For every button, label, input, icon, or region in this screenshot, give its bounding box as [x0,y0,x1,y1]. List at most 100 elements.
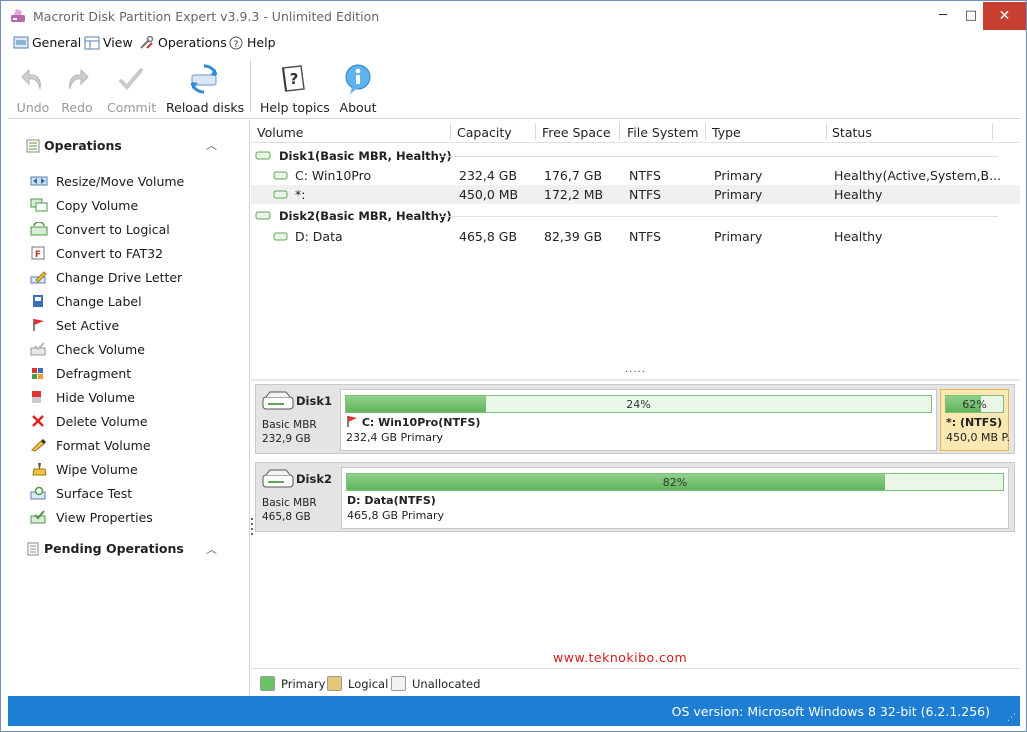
resize-grip-icon[interactable]: ⋰ [1007,713,1016,723]
menu-general[interactable]: General [13,35,81,50]
table-row[interactable]: D: Data 465,8 GB 82,39 GB NTFS Primary H… [251,227,1020,246]
op-convert-logical[interactable]: Convert to Logical [30,217,184,241]
undo-label: Undo [16,100,50,115]
cell-free-space: 172,2 MB [544,187,604,202]
convert-logical-icon [30,221,48,237]
operations-section-header[interactable]: Operations [26,138,122,153]
cell-volume: *: [295,187,306,202]
legend-logical-label: Logical [348,676,389,691]
op-label: Delete Volume [56,413,148,429]
col-type[interactable]: Type [712,125,741,140]
menu-view[interactable]: View [84,35,133,50]
about-button[interactable]: About [338,62,378,115]
op-change-label[interactable]: Change Label [30,289,184,313]
op-resize-move[interactable]: Resize/Move Volume [30,169,184,193]
partition-name: D: Data(NTFS) [347,494,436,507]
redo-button[interactable]: Redo [60,62,94,115]
op-copy-volume[interactable]: Copy Volume [30,193,184,217]
panel-splitter-handle[interactable] [251,518,254,538]
disk2-group-row[interactable]: Disk2(Basic MBR, Healthy) [251,206,1020,226]
col-capacity[interactable]: Capacity [457,125,512,140]
table-row[interactable]: C: Win10Pro 232,4 GB 176,7 GB NTFS Prima… [251,166,1020,185]
reload-label: Reload disks [166,100,245,115]
op-label: Convert to Logical [56,221,170,237]
toolbar-separator [250,60,251,112]
op-change-drive-letter[interactable]: Change Drive Letter [30,265,184,289]
title-bar[interactable]: Macrorit Disk Partition Expert v3.9.3 - … [0,0,1027,31]
disk2-map[interactable]: Disk2 Basic MBR 465,8 GB 82% D: Data(NTF… [255,462,1015,532]
legend-unallocated-swatch [391,676,406,691]
cell-volume: D: Data [295,229,343,244]
operations-section-icon [26,139,40,152]
op-label: Copy Volume [56,197,139,213]
reload-icon [190,64,218,94]
op-delete-volume[interactable]: Delete Volume [30,409,184,433]
menu-general-label: General [32,35,82,50]
disk1-size: 232,9 GB [262,433,311,445]
op-wipe-volume[interactable]: Wipe Volume [30,457,184,481]
cell-file-system: NTFS [629,229,661,244]
op-label: Wipe Volume [56,461,138,477]
disk1-group-label: Disk1(Basic MBR, Healthy) [279,149,452,163]
app-logo-icon [10,8,26,24]
op-defragment[interactable]: Defragment [30,361,184,385]
table-row[interactable]: *: 450,0 MB 172,2 MB NTFS Primary Health… [251,185,1020,204]
menu-help[interactable]: ? Help [228,35,276,50]
op-surface-test[interactable]: Surface Test [30,481,184,505]
hide-icon [30,389,48,405]
reload-disks-button[interactable]: Reload disks [166,62,245,115]
col-free-space[interactable]: Free Space [542,125,611,140]
table-splitter[interactable] [251,379,1020,381]
disk2-size: 465,8 GB [262,511,311,523]
op-hide-volume[interactable]: Hide Volume [30,385,184,409]
collapse-pending-chevron-icon[interactable]: ︿ [206,541,217,557]
window-border-left [0,31,8,732]
menu-view-label: View [103,35,133,50]
cell-volume: C: Win10Pro [295,168,372,183]
op-check-volume[interactable]: Check Volume [30,337,184,361]
op-label: Resize/Move Volume [56,173,185,189]
op-set-active[interactable]: Set Active [30,313,184,337]
volume-table: Volume Capacity Free Space File System T… [251,121,1020,379]
menu-operations[interactable]: Operations [139,35,227,50]
cell-capacity: 450,0 MB [459,187,519,202]
undo-button[interactable]: Undo [16,62,50,115]
partition-d[interactable]: 82% D: Data(NTFS) 465,8 GB Primary [341,467,1009,529]
op-label: Format Volume [56,437,151,453]
redo-label: Redo [61,100,93,115]
format-icon [30,437,48,453]
close-button[interactable]: ✕ [983,2,1026,30]
partition-c[interactable]: 24% C: Win10Pro(NTFS) 232,4 GB Primary [340,389,937,451]
disk1-info: Disk1 Basic MBR 232,9 GB [262,391,340,445]
legend-primary: Primary [260,676,325,691]
disk1-name: Disk1 [296,394,332,408]
op-label: Set Active [56,317,120,333]
col-volume[interactable]: Volume [257,125,304,140]
usage-percent: 24% [626,398,651,411]
partition-star-selected[interactable]: 62% *: (NTFS) 450,0 MB P. [940,389,1010,451]
op-label: Defragment [56,365,132,381]
collapse-operations-chevron-icon[interactable]: ︿ [206,137,217,153]
pending-section-header[interactable]: Pending Operations [26,541,184,556]
cell-status: Healthy(Active,System,B... [834,168,1002,183]
disk1-map[interactable]: Disk1 Basic MBR 232,9 GB 24% C: Win10Pro… [255,384,1015,454]
op-format-volume[interactable]: Format Volume [30,433,184,457]
op-convert-fat32[interactable]: F Convert to FAT32 [30,241,184,265]
minimize-button[interactable]: ─ [930,2,956,30]
usage-bar: 24% [345,395,932,413]
table-splitter-handle[interactable]: ..... [625,364,646,375]
surface-test-icon [30,485,48,501]
help-topics-button[interactable]: ? Help topics [260,62,330,115]
legend-logical: Logical [327,676,388,691]
resize-icon [30,173,48,189]
info-icon [345,64,371,94]
col-file-system[interactable]: File System [627,125,699,140]
col-status[interactable]: Status [832,125,872,140]
commit-button[interactable]: Commit [107,62,156,115]
window-title: Macrorit Disk Partition Expert v3.9.3 - … [33,9,380,24]
op-view-properties[interactable]: View Properties [30,505,184,529]
partition-info: 465,8 GB Primary [347,509,445,522]
status-bar: OS version: Microsoft Windows 8 32-bit (… [8,696,1020,726]
disk1-group-row[interactable]: Disk1(Basic MBR, Healthy) [251,146,1020,166]
maximize-button[interactable]: □ [958,2,984,30]
